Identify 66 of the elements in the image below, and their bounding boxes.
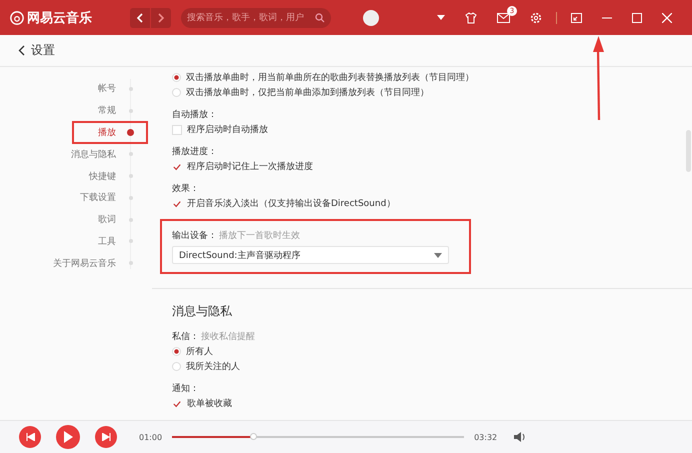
option-label: 双击播放单曲时，仅把当前单曲添加到播放列表（节目同理） (186, 86, 429, 99)
mini-mode-icon[interactable] (571, 12, 582, 22)
checkbox[interactable] (172, 398, 182, 408)
app-name: 网易云音乐 (27, 10, 92, 26)
progress-thumb[interactable] (250, 432, 258, 440)
back-button[interactable] (130, 8, 150, 28)
radio-button[interactable] (172, 73, 181, 82)
sidebar-item[interactable]: 下载设置 (0, 191, 116, 204)
checkbox[interactable] (172, 198, 182, 208)
section-heading: 消息与隐私 (152, 288, 692, 329)
previous-button[interactable] (19, 426, 41, 448)
minimize-icon[interactable] (602, 16, 612, 18)
chevron-left-icon (136, 12, 144, 22)
setting-label: 播放进度： (172, 146, 217, 158)
elapsed-time: 01:00 (139, 432, 162, 442)
radio-button[interactable] (172, 362, 181, 371)
setting-hint: 接收私信提醒 (201, 330, 255, 343)
scrollbar-thumb[interactable] (686, 130, 691, 172)
setting-label: 效果： (172, 183, 199, 195)
option-label: 歌单被收藏 (187, 398, 232, 410)
setting-label: 输出设备： (172, 230, 217, 242)
settings-icon[interactable] (530, 12, 542, 24)
sidebar-item[interactable]: 工具 (0, 234, 116, 248)
sidebar-item[interactable]: 消息与隐私 (0, 148, 116, 161)
radio-button[interactable] (172, 88, 181, 97)
output-device-dropdown[interactable]: DirectSound:主声音驱动程序 (172, 246, 449, 264)
sidebar-item[interactable]: 帐号 (0, 82, 116, 96)
radio-button[interactable] (172, 347, 181, 356)
play-button[interactable] (56, 425, 80, 449)
setting-hint: 播放下一首歌时生效 (219, 230, 300, 242)
music-logo-icon (10, 10, 24, 24)
caret-icon (434, 252, 442, 258)
option-label: 开启音乐淡入淡出（仅支持输出设备DirectSound） (187, 198, 396, 210)
search-icon (315, 12, 325, 22)
option-label: 程序启动时自动播放 (187, 124, 268, 136)
sidebar-item[interactable]: 播放 (0, 126, 116, 139)
back-link[interactable]: 设置 (18, 42, 55, 59)
option-label: 程序启动时记住上一次播放进度 (187, 160, 313, 173)
total-time: 03:32 (474, 432, 498, 442)
maximize-icon[interactable] (632, 12, 642, 22)
option-label: 我所关注的人 (186, 360, 240, 373)
sidebar-item[interactable]: 关于网易云音乐 (0, 256, 116, 270)
play-icon (63, 431, 73, 443)
mail-icon[interactable] (497, 12, 510, 22)
setting-label: 私信： (172, 330, 199, 343)
next-icon (102, 433, 110, 441)
sidebar-item[interactable]: 常规 (0, 104, 116, 118)
close-icon[interactable] (662, 12, 672, 22)
next-button[interactable] (95, 426, 117, 448)
shirt-icon[interactable] (465, 12, 477, 24)
option-label: 所有人 (186, 346, 213, 358)
caret-icon[interactable] (437, 15, 445, 20)
previous-icon (26, 433, 34, 441)
forward-button[interactable] (151, 8, 171, 28)
setting-label: 自动播放： (172, 108, 217, 121)
avatar[interactable] (363, 10, 379, 26)
setting-label: 通知： (172, 382, 199, 395)
chevron-left-icon (18, 45, 25, 56)
checkbox[interactable] (172, 162, 182, 172)
sidebar-item[interactable]: 歌词 (0, 213, 116, 226)
option-label: 双击播放单曲时，用当前单曲所在的歌曲列表替换播放列表（节目同理） (186, 72, 474, 84)
checkbox[interactable] (172, 124, 182, 134)
volume-icon[interactable] (514, 432, 526, 442)
sidebar-item[interactable]: 快捷键 (0, 170, 116, 183)
nav-dot (127, 128, 134, 136)
chevron-right-icon (157, 12, 165, 22)
